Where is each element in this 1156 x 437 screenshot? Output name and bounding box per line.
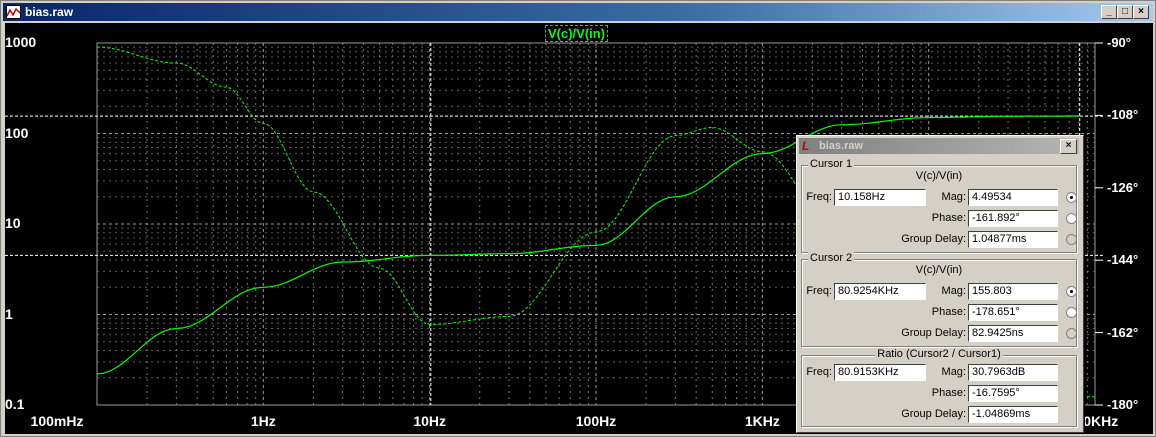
cursor2-group-delay-field[interactable]: 82.9425ns (968, 325, 1058, 342)
cursor2-group-delay-label: Group Delay: (901, 327, 966, 339)
waveform-app-icon (6, 5, 21, 19)
phase-tick-label: -108° (1107, 107, 1139, 123)
x-tick-label: 1Hz (250, 413, 276, 429)
cursor2-header: Cursor 2 (808, 252, 855, 264)
cursor1-freq-field[interactable]: 10.158Hz (834, 189, 926, 206)
phase-tick-label: -162° (1107, 324, 1139, 340)
cursor1-phase-field[interactable]: -161.892° (968, 210, 1058, 227)
y-tick-label: 0.1 (5, 396, 25, 412)
ratio-freq-label: Freq: (806, 366, 832, 378)
x-tick-label: 100Hz (575, 413, 617, 429)
cursor1-group-delay-label: Group Delay: (901, 233, 966, 245)
cursor1-mag-label: Mag: (941, 191, 966, 203)
cursor1-phase-label: Phase: (931, 212, 966, 224)
cursor2-mag-field[interactable]: 155.803 (968, 283, 1058, 300)
cursor-panel-close-button[interactable]: × (1060, 139, 1077, 154)
x-tick-label: 10Hz (413, 413, 446, 429)
cursor-panel[interactable]: L bias.raw × Cursor 1 V(c)/V(in) Freq: 1… (796, 135, 1084, 433)
cursor2-mag-radio[interactable] (1066, 286, 1077, 297)
minimize-button[interactable]: _ (1101, 5, 1117, 19)
phase-tick-label: -126° (1107, 179, 1139, 195)
y-tick-label: 10 (5, 215, 21, 231)
cursor2-group-delay-radio[interactable] (1066, 328, 1077, 339)
cursor2-phase-label: Phase: (931, 306, 966, 318)
x-tick-label: 100mHz (30, 413, 84, 429)
phase-tick-label: -144° (1107, 252, 1139, 268)
cursor2-phase-radio[interactable] (1066, 307, 1077, 318)
maximize-button[interactable]: □ (1117, 5, 1133, 19)
ratio-header: Ratio (Cursor2 / Cursor1) (802, 348, 1076, 360)
cursor1-group-delay-radio[interactable] (1066, 234, 1077, 245)
ratio-group: Ratio (Cursor2 / Cursor1) Freq: 80.9153K… (801, 348, 1077, 427)
window-titlebar[interactable]: bias.raw _ □ × (3, 3, 1153, 21)
cursor2-phase-field[interactable]: -178.651° (968, 304, 1058, 321)
y-tick-label: 1 (5, 305, 13, 322)
cursor2-group: Cursor 2 V(c)/V(in) Freq: 80.9254KHz Mag… (801, 252, 1077, 347)
plot-window: bias.raw _ □ × V(c)/V(in) 1000 100 10 1 0.1 -… (0, 0, 1156, 437)
ratio-group-delay-field[interactable]: -1.04869ms (968, 406, 1058, 423)
y-tick-label: 1000 (5, 34, 37, 50)
y-tick-label: 100 (5, 124, 29, 141)
trace-label[interactable]: V(c)/V(in) (545, 25, 609, 42)
ratio-mag-field[interactable]: 30.7963dB (968, 364, 1058, 381)
cursor2-mag-label: Mag: (941, 285, 966, 297)
window-title: bias.raw (25, 5, 74, 19)
ratio-phase-field[interactable]: -16.7595° (968, 385, 1058, 402)
cursor-panel-title: bias.raw (819, 140, 864, 152)
cursor2-freq-label: Freq: (806, 285, 832, 297)
cursor1-freq-label: Freq: (806, 191, 832, 203)
x-tick-label: 1KHz (744, 413, 780, 429)
close-button[interactable]: × (1133, 5, 1149, 19)
cursor1-mag-radio[interactable] (1066, 192, 1077, 203)
ltspice-logo-icon: L (802, 139, 810, 153)
phase-tick-label: -90° (1107, 35, 1131, 50)
cursor1-phase-radio[interactable] (1066, 213, 1077, 224)
ratio-phase-label: Phase: (931, 387, 966, 399)
cursor1-header: Cursor 1 (808, 158, 855, 170)
cursor1-expression: V(c)/V(in) (915, 170, 963, 182)
ratio-mag-label: Mag: (941, 366, 966, 378)
cursor1-group-delay-field[interactable]: 1.04877ms (968, 231, 1058, 248)
ratio-freq-field[interactable]: 80.9153KHz (834, 364, 926, 381)
cursor1-group: Cursor 1 V(c)/V(in) Freq: 10.158Hz Mag: … (801, 158, 1077, 253)
ratio-group-delay-label: Group Delay: (901, 408, 966, 420)
cursor2-freq-field[interactable]: 80.9254KHz (834, 283, 926, 300)
cursor2-expression: V(c)/V(in) (915, 264, 963, 276)
cursor1-mag-field[interactable]: 4.49534 (968, 189, 1058, 206)
phase-tick-label: -180° (1107, 397, 1139, 412)
cursor-panel-titlebar[interactable]: L bias.raw × (799, 138, 1079, 154)
ratio-header-text: Ratio (Cursor2 / Cursor1) (875, 348, 1003, 360)
